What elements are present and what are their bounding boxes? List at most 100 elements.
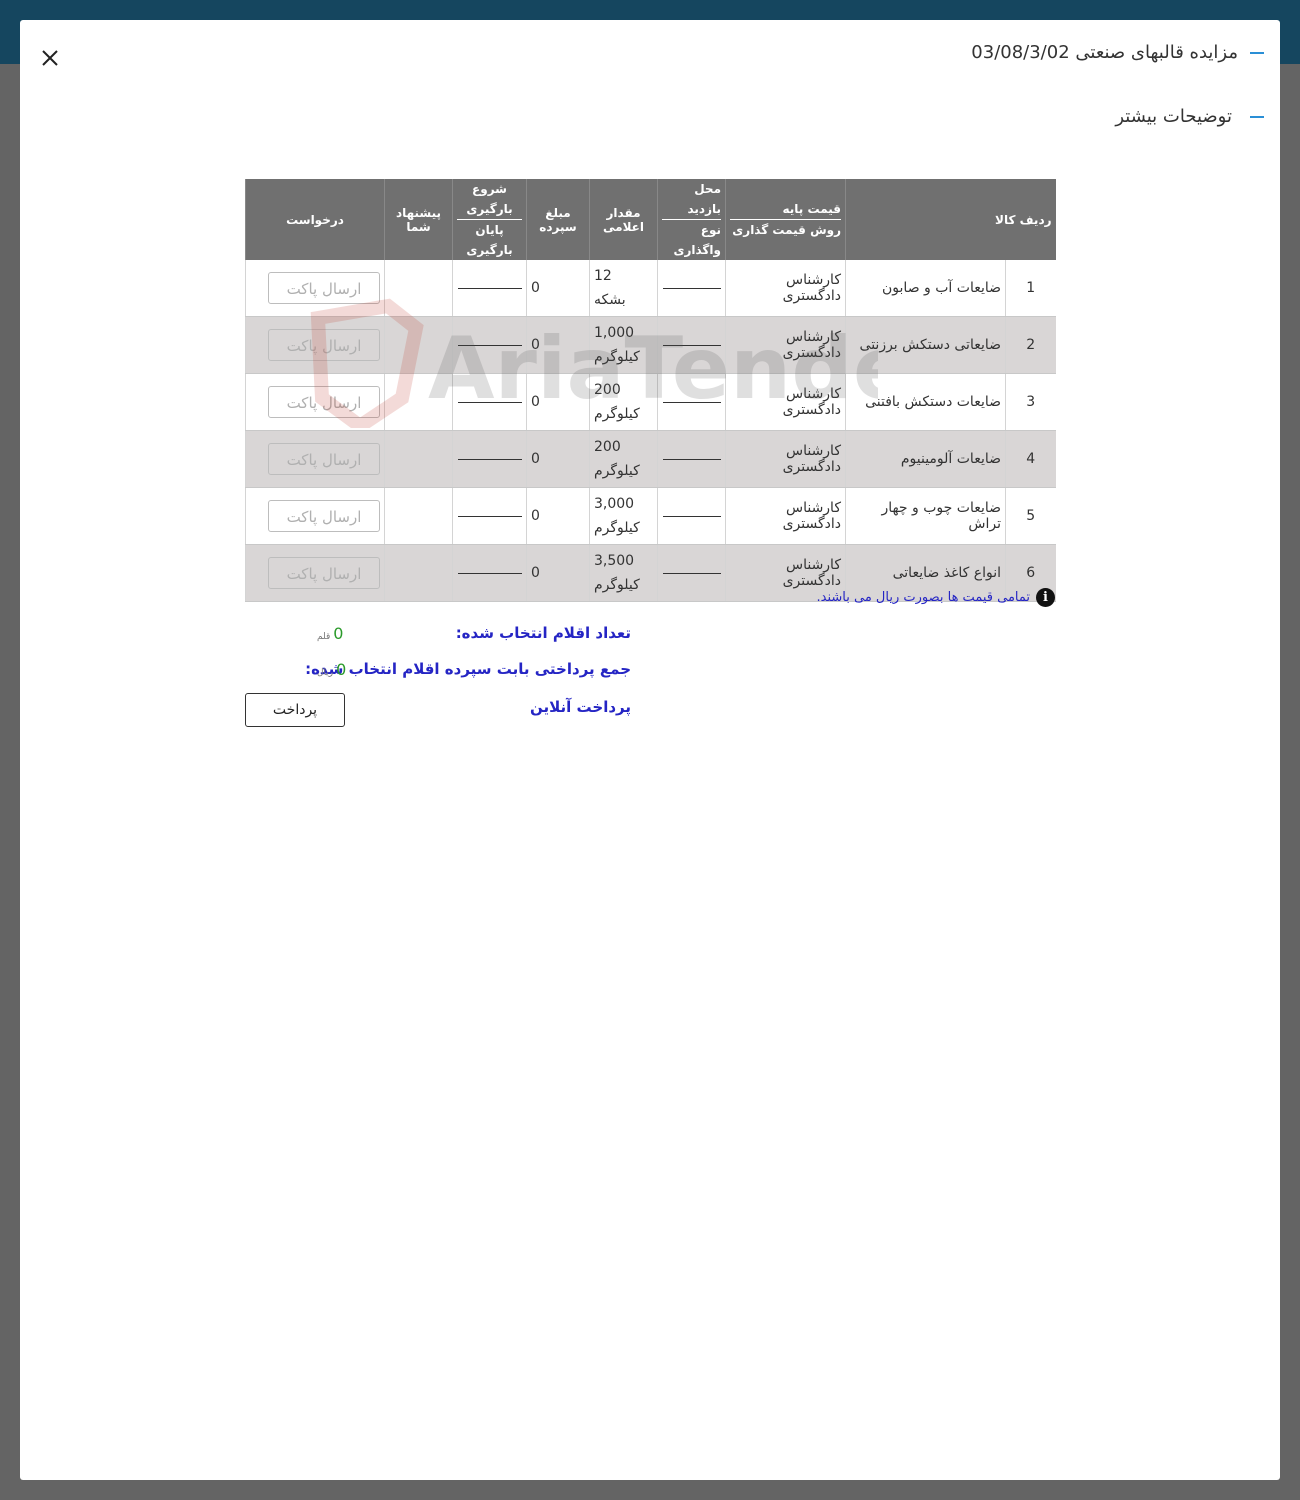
empty-dash: [662, 515, 721, 517]
row-request: ارسال پاکت: [245, 430, 385, 488]
empty-dash: [457, 458, 522, 460]
selected-count-label: تعداد اقلام انتخاب شده:: [455, 624, 631, 642]
row-visit: [657, 430, 726, 488]
row-item: ضایعات آب و صابون: [844, 260, 1006, 317]
row-quantity: 3,000 کیلوگرم: [589, 487, 658, 545]
row-visit: [657, 316, 726, 374]
row-item: ضایعات آلومینیوم: [844, 430, 1006, 488]
row-item: ضایعات چوب و چهار تراش: [844, 487, 1006, 545]
header-load-start: شروع بارگیری: [457, 179, 522, 220]
empty-dash: [662, 572, 721, 574]
more-details-toggle[interactable]: توضیحات بیشتر: [1115, 106, 1264, 127]
deposit-total-value: 0ریال: [317, 660, 346, 679]
row-deposit: 0: [526, 316, 590, 374]
send-envelope-button[interactable]: ارسال پاکت: [268, 329, 380, 361]
row-quantity: 200 کیلوگرم: [589, 430, 658, 488]
send-envelope-button[interactable]: ارسال پاکت: [268, 386, 380, 418]
row-request: ارسال پاکت: [245, 487, 385, 545]
more-details-label: توضیحات بیشتر: [1115, 106, 1232, 127]
header-item: کالا: [995, 212, 1016, 227]
total-value: 0: [336, 660, 347, 679]
row-index: 4: [1005, 430, 1056, 488]
row-request: ارسال پاکت: [245, 316, 385, 374]
row-offer: [384, 487, 453, 545]
table-header-row: ردیف کالا قیمت پایه روش قیمت گذاری محل ب…: [245, 179, 1056, 260]
selected-count-row: تعداد اقلام انتخاب شده: 0قلم: [245, 624, 631, 646]
row-index: 2: [1005, 316, 1056, 374]
close-icon[interactable]: [38, 46, 62, 70]
row-item: ضایعاتی دستکش برزنتی: [844, 316, 1006, 374]
empty-dash: [662, 344, 721, 346]
row-loading: [452, 260, 527, 317]
row-deposit: 0: [526, 430, 590, 488]
row-visit: [657, 260, 726, 317]
row-method: کارشناس دادگستری: [725, 487, 846, 545]
row-offer: [384, 373, 453, 431]
header-index-item: ردیف کالا: [844, 179, 1056, 260]
row-index: 3: [1005, 373, 1056, 431]
header-request: درخواست: [245, 179, 385, 260]
header-transfer-type: نوع واگذاری: [673, 223, 721, 257]
row-offer: [384, 430, 453, 488]
table-row: 3 ضایعات دستکش بافتنی کارشناس دادگستری 2…: [245, 373, 1056, 431]
header-your-offer: پیشنهاد شما: [384, 179, 453, 260]
row-deposit: 0: [526, 260, 590, 317]
qty-value: 1,000: [594, 325, 635, 341]
qty-unit: بشکه: [594, 292, 626, 308]
title-dash-icon: [1250, 51, 1264, 54]
send-envelope-button[interactable]: ارسال پاکت: [268, 272, 380, 304]
header-pricing-method: روش قیمت گذاری: [732, 223, 841, 237]
row-method: کارشناس دادگستری: [725, 316, 846, 374]
send-envelope-button[interactable]: ارسال پاکت: [268, 500, 380, 532]
empty-dash: [457, 401, 522, 403]
row-index: 5: [1005, 487, 1056, 545]
empty-dash: [457, 287, 522, 289]
row-method: کارشناس دادگستری: [725, 260, 846, 317]
table-row: 2 ضایعاتی دستکش برزنتی کارشناس دادگستری …: [245, 316, 1056, 374]
currency-note-text: تمامی قیمت ها بصورت ریال می باشند.: [816, 590, 1031, 605]
selected-count-value: 0قلم: [317, 624, 343, 643]
total-unit: ریال: [317, 668, 334, 678]
deposit-total-row: جمع پرداختی بابت سپرده اقلام انتخاب شده:…: [245, 660, 631, 682]
row-deposit: 0: [526, 487, 590, 545]
qty-unit: کیلوگرم: [594, 520, 640, 536]
qty-value: 12: [594, 268, 612, 284]
header-base-price: قیمت پایه: [730, 199, 841, 220]
currency-note: i تمامی قیمت ها بصورت ریال می باشند.: [20, 588, 1055, 607]
row-offer: [384, 316, 453, 374]
header-load-end: پایان بارگیری: [466, 223, 513, 257]
row-visit: [657, 487, 726, 545]
pay-button[interactable]: پرداخت: [245, 693, 345, 727]
online-payment-label: پرداخت آنلاین: [529, 698, 631, 716]
row-offer: [384, 260, 453, 317]
row-loading: [452, 316, 527, 374]
modal-title-row: مزایده قالبهای صنعتی 03/08/3/02: [971, 42, 1264, 63]
send-envelope-button[interactable]: ارسال پاکت: [268, 557, 380, 589]
header-quantity: مقدار اعلامی: [589, 179, 658, 260]
header-price: قیمت پایه روش قیمت گذاری: [725, 179, 846, 260]
empty-dash: [662, 401, 721, 403]
row-visit: [657, 373, 726, 431]
qty-value: 3,500: [594, 553, 635, 569]
empty-dash: [457, 572, 522, 574]
row-method: کارشناس دادگستری: [725, 430, 846, 488]
header-loading: شروع بارگیری پایان بارگیری: [452, 179, 527, 260]
qty-value: 200: [594, 382, 621, 398]
selected-unit: قلم: [317, 632, 331, 642]
row-item: ضایعات دستکش بافتنی: [844, 373, 1006, 431]
row-quantity: 12 بشکه: [589, 260, 658, 317]
auction-modal: مزایده قالبهای صنعتی 03/08/3/02 توضیحات …: [20, 20, 1280, 1480]
table-row: 4 ضایعات آلومینیوم کارشناس دادگستری 200 ک…: [245, 430, 1056, 488]
row-quantity: 1,000 کیلوگرم: [589, 316, 658, 374]
send-envelope-button[interactable]: ارسال پاکت: [268, 443, 380, 475]
empty-dash: [457, 344, 522, 346]
row-loading: [452, 430, 527, 488]
empty-dash: [662, 458, 721, 460]
row-quantity: 200 کیلوگرم: [589, 373, 658, 431]
row-deposit: 0: [526, 373, 590, 431]
deposit-total-label: جمع پرداختی بابت سپرده اقلام انتخاب شده:: [305, 660, 631, 678]
qty-unit: کیلوگرم: [594, 463, 640, 479]
header-deposit: مبلغ سپرده: [526, 179, 590, 260]
qty-value: 200: [594, 439, 621, 455]
empty-dash: [662, 287, 721, 289]
